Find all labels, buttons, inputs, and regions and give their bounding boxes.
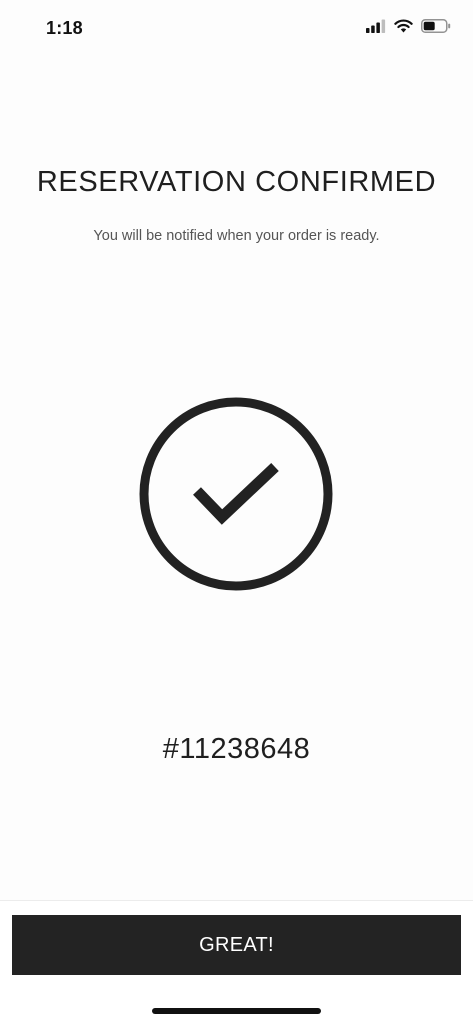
status-icons <box>366 19 451 38</box>
great-button[interactable]: GREAT! <box>12 915 461 975</box>
wifi-icon <box>394 19 413 38</box>
confirmation-title: RESERVATION CONFIRMED <box>36 166 437 198</box>
cellular-signal-icon <box>366 19 386 38</box>
home-indicator <box>152 1008 321 1014</box>
confirmation-subtitle: You will be notified when your order is … <box>93 228 380 244</box>
status-bar: 1:18 <box>0 0 473 60</box>
battery-icon <box>421 19 451 38</box>
order-number: #11238648 <box>162 733 311 765</box>
status-time: 1:18 <box>46 18 83 38</box>
checkmark-circle-icon <box>138 396 334 592</box>
